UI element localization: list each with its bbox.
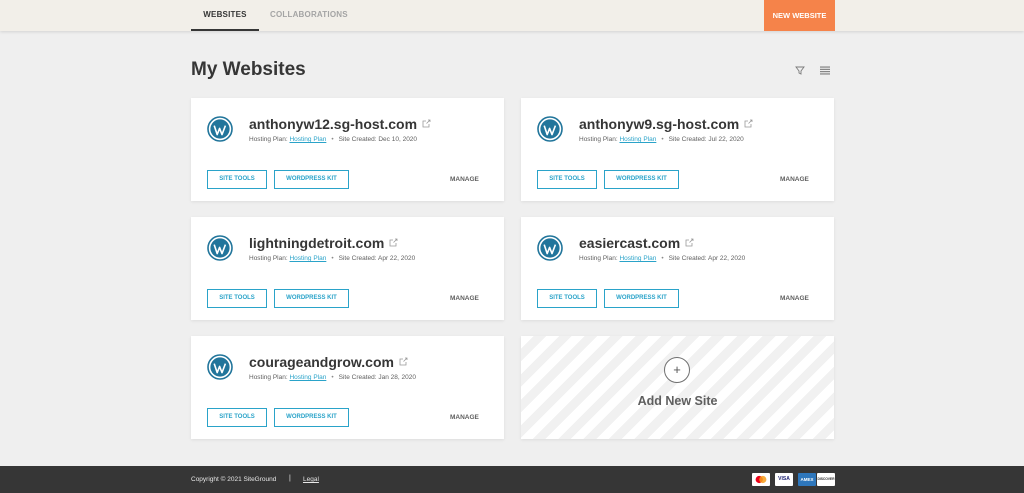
hosting-plan-label: Hosting Plan: — [249, 374, 288, 381]
tab-websites[interactable]: WEBSITES — [191, 0, 259, 31]
site-name-text[interactable]: lightningdetroit.com — [249, 235, 384, 251]
visa-icon: VISA — [775, 473, 793, 486]
site-card: courageandgrow.com Hosting Plan: Hosting… — [191, 336, 504, 439]
site-card: anthonyw9.sg-host.com Hosting Plan: Host… — [521, 98, 834, 201]
manage-button[interactable]: MANAGE — [450, 295, 479, 302]
hosting-plan-link[interactable]: Hosting Plan — [289, 136, 326, 143]
site-created-date: Site Created: Jan 28, 2020 — [338, 374, 416, 381]
site-card: easiercast.com Hosting Plan: Hosting Pla… — [521, 217, 834, 320]
site-name[interactable]: lightningdetroit.com — [249, 235, 398, 251]
wordpress-kit-button[interactable]: WORDPRESS KIT — [604, 289, 679, 308]
hosting-plan-label: Hosting Plan: — [579, 136, 618, 143]
site-created-date: Site Created: Jul 22, 2020 — [668, 136, 744, 143]
external-link-icon[interactable] — [399, 357, 408, 366]
site-name-text[interactable]: easiercast.com — [579, 235, 680, 251]
manage-button[interactable]: MANAGE — [780, 295, 809, 302]
add-new-site-label[interactable]: Add New Site — [521, 394, 834, 408]
wordpress-icon — [207, 354, 233, 380]
hosting-plan-link[interactable]: Hosting Plan — [289, 374, 326, 381]
hosting-plan-link[interactable]: Hosting Plan — [619, 136, 656, 143]
hosting-plan-label: Hosting Plan: — [249, 255, 288, 262]
discover-icon: DISCOVER — [817, 473, 835, 486]
top-nav: WEBSITES COLLABORATIONS NEW WEBSITE — [0, 0, 1024, 31]
meta-separator: • — [661, 255, 664, 262]
wordpress-kit-button[interactable]: WORDPRESS KIT — [274, 170, 349, 189]
copyright-text: Copyright © 2021 SiteGround — [191, 476, 277, 483]
site-name-text[interactable]: courageandgrow.com — [249, 354, 394, 370]
site-name[interactable]: anthonyw12.sg-host.com — [249, 116, 431, 132]
external-link-icon[interactable] — [744, 119, 753, 128]
legal-link[interactable]: Legal — [303, 476, 319, 483]
wordpress-kit-button[interactable]: WORDPRESS KIT — [274, 408, 349, 427]
external-link-icon[interactable] — [422, 119, 431, 128]
manage-button[interactable]: MANAGE — [450, 414, 479, 421]
meta-separator: • — [331, 255, 334, 262]
meta-separator: • — [331, 374, 334, 381]
site-name-text[interactable]: anthonyw9.sg-host.com — [579, 116, 739, 132]
footer-separator: | — [289, 475, 291, 482]
site-name[interactable]: anthonyw9.sg-host.com — [579, 116, 753, 132]
site-tools-button[interactable]: SITE TOOLS — [207, 289, 267, 308]
amex-icon: AMEX — [798, 473, 816, 486]
plus-icon[interactable]: + — [664, 357, 690, 383]
hosting-plan-label: Hosting Plan: — [249, 136, 288, 143]
site-name-text[interactable]: anthonyw12.sg-host.com — [249, 116, 417, 132]
site-meta: Hosting Plan: Hosting Plan • Site Created:… — [249, 136, 417, 143]
hosting-plan-label: Hosting Plan: — [579, 255, 618, 262]
new-website-button[interactable]: NEW WEBSITE — [764, 0, 835, 31]
page-title: My Websites — [191, 59, 306, 80]
tab-collaborations[interactable]: COLLABORATIONS — [270, 0, 348, 31]
footer: Copyright © 2021 SiteGround | Legal VISA… — [0, 466, 1024, 493]
external-link-icon[interactable] — [389, 238, 398, 247]
meta-separator: • — [331, 136, 334, 143]
site-name[interactable]: easiercast.com — [579, 235, 694, 251]
manage-button[interactable]: MANAGE — [450, 176, 479, 183]
manage-button[interactable]: MANAGE — [780, 176, 809, 183]
wordpress-kit-button[interactable]: WORDPRESS KIT — [274, 289, 349, 308]
site-name[interactable]: courageandgrow.com — [249, 354, 408, 370]
wordpress-icon — [207, 235, 233, 261]
site-meta: Hosting Plan: Hosting Plan • Site Created:… — [249, 374, 416, 381]
wordpress-icon — [207, 116, 233, 142]
site-meta: Hosting Plan: Hosting Plan • Site Created:… — [249, 255, 415, 262]
site-tools-button[interactable]: SITE TOOLS — [207, 408, 267, 427]
mastercard-icon — [752, 473, 770, 486]
site-meta: Hosting Plan: Hosting Plan • Site Created:… — [579, 136, 744, 143]
site-created-date: Site Created: Apr 22, 2020 — [668, 255, 746, 262]
external-link-icon[interactable] — [685, 238, 694, 247]
site-created-date: Site Created: Dec 10, 2020 — [338, 136, 418, 143]
site-card: lightningdetroit.com Hosting Plan: Hosti… — [191, 217, 504, 320]
filter-icon[interactable] — [794, 64, 806, 76]
list-view-icon[interactable] — [819, 64, 831, 76]
site-created-date: Site Created: Apr 22, 2020 — [338, 255, 416, 262]
site-meta: Hosting Plan: Hosting Plan • Site Created:… — [579, 255, 745, 262]
site-tools-button[interactable]: SITE TOOLS — [537, 289, 597, 308]
wordpress-icon — [537, 116, 563, 142]
site-tools-button[interactable]: SITE TOOLS — [537, 170, 597, 189]
site-tools-button[interactable]: SITE TOOLS — [207, 170, 267, 189]
meta-separator: • — [661, 136, 664, 143]
hosting-plan-link[interactable]: Hosting Plan — [619, 255, 656, 262]
hosting-plan-link[interactable]: Hosting Plan — [289, 255, 326, 262]
wordpress-kit-button[interactable]: WORDPRESS KIT — [604, 170, 679, 189]
wordpress-icon — [537, 235, 563, 261]
add-new-site-card[interactable]: + Add New Site — [521, 336, 834, 439]
site-card: anthonyw12.sg-host.com Hosting Plan: Hos… — [191, 98, 504, 201]
